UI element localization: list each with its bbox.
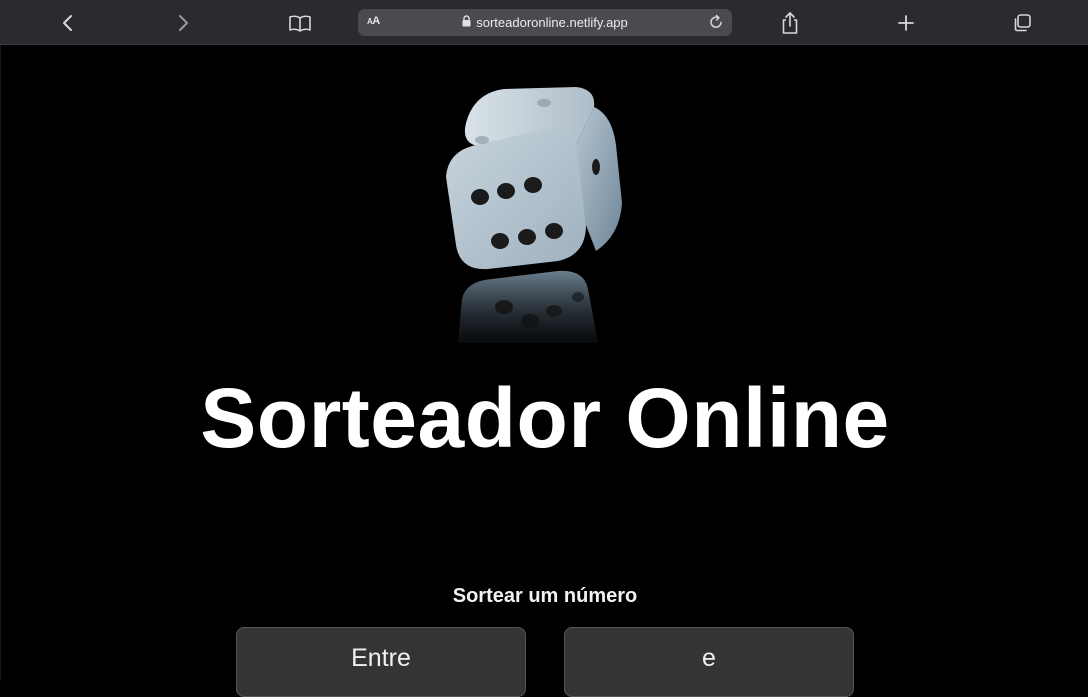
share-icon (782, 12, 798, 34)
section-subtitle: Sortear um número (452, 585, 638, 607)
browser-toolbar: AA sorteadoronline.netlify.app (0, 0, 1088, 45)
new-tab-button[interactable] (891, 8, 921, 38)
reader-mode-button[interactable]: AA (367, 15, 380, 27)
bookmarks-icon (289, 15, 311, 32)
address-bar[interactable]: AA sorteadoronline.netlify.app (358, 9, 732, 36)
new-tab-icon (898, 15, 914, 31)
bookmarks-button[interactable] (285, 8, 315, 38)
page-title: Sorteador Online (200, 371, 890, 465)
forward-icon (179, 15, 188, 31)
max-number-input[interactable]: e (564, 627, 854, 697)
url-text: sorteadoronline.netlify.app (476, 15, 628, 30)
lock-icon (462, 14, 471, 32)
back-button[interactable] (53, 8, 83, 38)
forward-button[interactable] (168, 8, 198, 38)
back-icon (63, 15, 72, 31)
reload-button[interactable] (706, 12, 726, 32)
reload-icon (710, 14, 722, 28)
tabs-button[interactable] (1007, 8, 1037, 38)
share-button[interactable] (775, 8, 805, 38)
dice-icon (426, 85, 636, 345)
page-content: Sorteador Online Sortear um número Entre… (0, 45, 1088, 697)
tabs-icon (1014, 14, 1031, 32)
min-number-input[interactable]: Entre (236, 627, 526, 697)
